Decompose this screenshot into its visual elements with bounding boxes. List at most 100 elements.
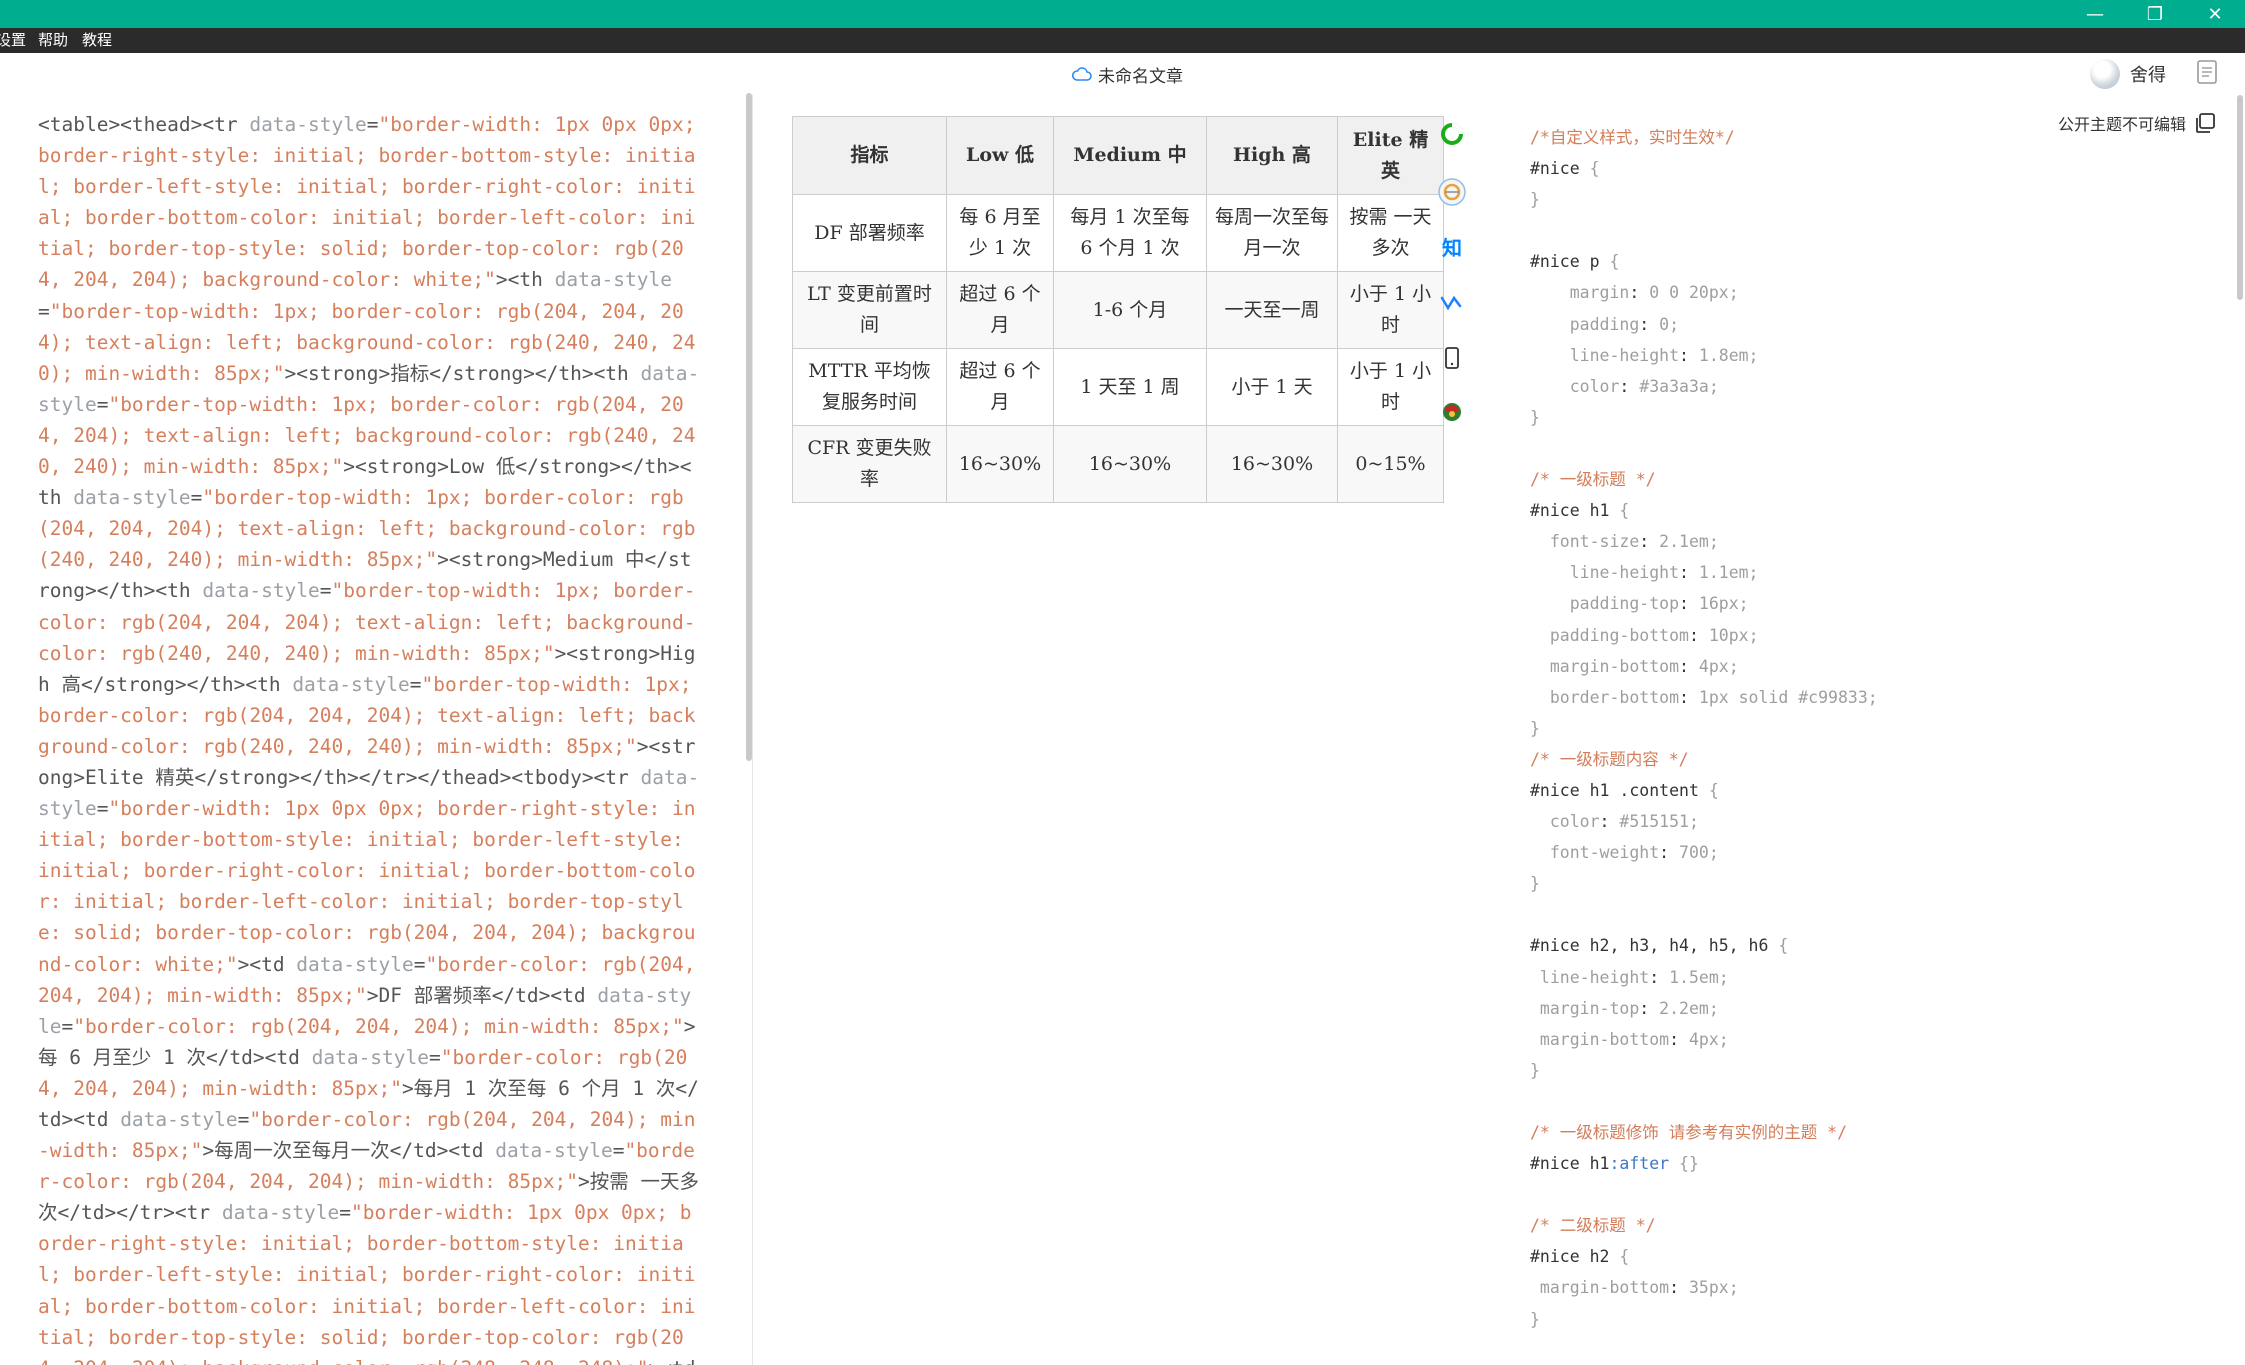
code-token: ground-color: rgb(240, 240, 240); min-wi… [38,734,637,758]
code-token: = [38,299,50,323]
code-token: : [1679,594,1699,614]
menu-bar: 设置 帮助 教程 [0,28,2245,53]
minimize-button[interactable]: — [2065,0,2125,28]
code-token: #515151; [1619,812,1699,832]
zhihu-label: 知 [1442,235,1462,260]
css-code-line [1530,215,1878,246]
restore-button[interactable]: ❐ [2125,0,2185,28]
code-token: = [366,113,379,136]
wechat-copy-icon[interactable] [1438,120,1466,148]
table-cell: 按需 一天多次 [1337,194,1444,272]
code-token: color [1530,812,1600,832]
code-token: 4); text-align: left; background-color: … [38,330,696,354]
juejin-icon[interactable] [1438,288,1466,316]
css-code-line: #nice h2 { [1530,1241,1878,1272]
markdown-editor[interactable]: <table><thead><tr data-style="border-wid… [0,95,742,1365]
code-token: ><td [648,1357,695,1365]
close-button[interactable]: ✕ [2185,0,2245,28]
code-token: "borde [624,1139,695,1163]
css-code[interactable]: /*自定义样式，实时生效*/ #nice {} #nice p { margin:… [1530,122,1878,1335]
code-token: "border-top-width: 1px; border-color: rg… [49,299,684,323]
user-area[interactable]: 舍得 [2090,57,2166,91]
code-token: r-color: rgb(204, 204, 204); min-width: … [38,1170,579,1194]
code-token: "border-color: rgb(20 [440,1045,688,1069]
css-code-line: #nice p { [1530,246,1878,277]
code-token: = [319,579,332,603]
menu-settings[interactable]: 设置 [0,28,26,53]
theme-color-icon[interactable] [1438,398,1466,426]
code-token: : [1659,843,1680,863]
code-token: #nice h2 [1530,1247,1620,1267]
username[interactable]: 舍得 [2130,61,2166,87]
code-token: "border-width: 1px 0px 0px; [378,113,696,136]
close-icon: ✕ [2207,3,2223,25]
table-row: DF 部署频率 每 6 月至少 1 次 每月 1 次至每 6 个月 1 次 每周… [792,194,1444,272]
mobile-preview-icon[interactable] [1438,344,1466,372]
code-token: ><str [636,734,696,758]
code-token: ><strong>Low 低</strong></th>< [343,455,692,479]
code-token: -width: 85px;" [38,1139,203,1163]
code-token: data-style [120,1108,238,1131]
css-editor-scrollbar[interactable] [2237,95,2243,300]
editor-code-line: tial; border-top-style: solid; border-to… [38,233,718,264]
code-token: line-height [1530,967,1650,987]
editor-code-line: l; border-left-style: initial; border-ri… [38,1259,718,1290]
code-token: data-style [221,1201,340,1225]
code-token: } [1530,874,1540,894]
code-token: color: rgb(204, 204, 204); text-align: l… [38,610,696,634]
table-cell: 超过 6 个月 [946,348,1054,426]
code-token: nd-color: white;" [38,952,238,976]
code-token: 次</td></tr><tr [38,1201,222,1225]
table-cell: 每月 1 次至每 6 个月 1 次 [1053,194,1207,272]
editor-code-line: 4, 204, 204); background-color: rgb(248,… [38,1353,718,1365]
code-token: = [61,1014,74,1038]
code-token: 4px; [1688,1029,1729,1049]
code-token: 1.5em; [1669,967,1729,987]
code-token: >每月 1 次至每 6 个月 1 次</ [401,1076,699,1100]
editor-code-line: r-color: rgb(204, 204, 204); min-width: … [38,1166,718,1197]
code-token: border-color: rgb(204, 204, 204); text-a… [38,703,696,727]
code-token: /* 一级标题 */ [1530,470,1656,490]
code-token: 1.8em; [1698,345,1759,365]
code-token: 0; [1659,314,1680,334]
css-code-line: /* 一级标题内容 */ [1530,744,1878,775]
code-token: : [1649,967,1670,987]
code-token: ><strong>指标</strong></th><th [284,361,641,385]
code-token: : [1679,656,1699,676]
code-token: border-right-style: initial; border-bott… [38,144,696,168]
code-token: { [1778,936,1789,956]
code-token: 1px solid #c99833; [1698,687,1878,707]
editor-code[interactable]: <table><thead><tr data-style="border-wid… [38,109,718,1365]
code-token: #nice h1 [1530,501,1620,521]
editor-code-line: <table><thead><tr data-style="border-wid… [38,109,718,140]
css-code-line: margin-bottom: 35px; [1530,1272,1878,1303]
editor-code-line: border-color: rgb(204, 204, 204); text-a… [38,700,718,731]
doc-title[interactable]: 未命名文章 [1072,61,1183,87]
css-code-line: margin-bottom: 4px; [1530,1024,1878,1055]
code-token: 4px; [1698,656,1739,676]
code-token: /*自定义样式，实时生效*/ [1530,128,1735,147]
css-code-line: padding-bottom: 10px; [1530,620,1878,651]
document-icon[interactable] [2196,59,2218,85]
code-token: /* 二级标题 */ [1530,1216,1656,1236]
table-cell: 一天至一周 [1206,271,1338,349]
avatar[interactable] [2090,59,2120,89]
code-token: initial; border-right-color: initial; bo… [38,859,696,883]
code-token: : [1669,1278,1689,1298]
editor-code-line: 4); text-align: left; background-color: … [38,327,718,358]
code-token: 16px; [1698,594,1749,614]
zhihu-icon[interactable]: 知 [1438,232,1466,260]
css-editor[interactable]: /*自定义样式，实时生效*/ #nice {} #nice p { margin:… [1480,95,2237,1365]
pane-divider [752,95,753,1365]
sync-icon[interactable] [1435,178,1469,206]
code-token: 4, 204, 204); background-color: white;" [38,268,496,292]
code-token: #nice h2, h3, h4, h5, h6 [1530,936,1779,956]
code-token: : [1688,625,1709,645]
menu-tutorial[interactable]: 教程 [82,28,112,53]
editor-code-line: border-right-style: initial; border-bott… [38,140,718,171]
menu-help[interactable]: 帮助 [38,28,68,53]
code-token: > [683,1014,696,1038]
code-token: : [1639,532,1660,552]
code-token: data-style [292,672,410,696]
